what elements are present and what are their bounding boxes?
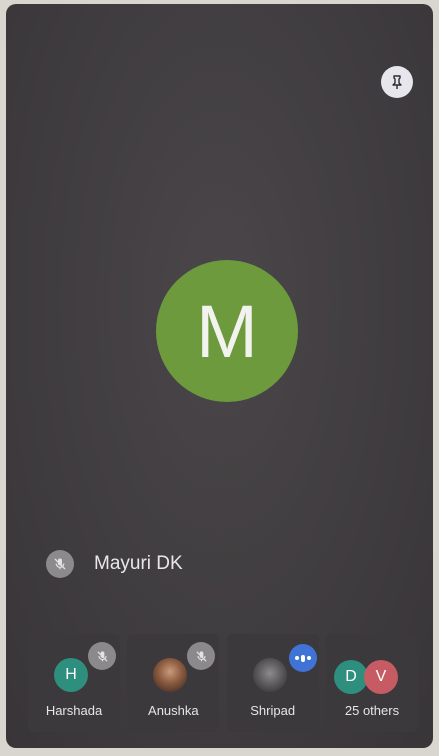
mic-off-icon (46, 550, 74, 578)
avatar-initial: V (375, 668, 387, 685)
avatar (252, 658, 287, 692)
main-avatar-letter: M (196, 289, 258, 373)
mic-off-icon (88, 642, 116, 670)
avatar (153, 658, 188, 692)
mic-off-icon (187, 642, 216, 670)
avatar: D (333, 660, 368, 694)
avatar: V (363, 660, 398, 694)
participant-name: Shripad (250, 703, 296, 718)
avatar-initial: H (65, 666, 77, 683)
others-count: 25 others (344, 703, 400, 718)
main-speaker-avatar: M (156, 260, 298, 402)
participant-tile-anushka[interactable]: Anushka (127, 634, 220, 732)
speaking-indicator-icon (288, 644, 317, 672)
participant-name: Anushka (148, 703, 199, 718)
pin-icon (392, 75, 402, 89)
avatar-initial: D (345, 668, 357, 685)
meeting-screen: M Mayuri DK H Harshada Anushka Shripad D… (6, 4, 433, 748)
participant-strip: H Harshada Anushka Shripad D V 25 others (28, 634, 418, 732)
participant-tile-shripad[interactable]: Shripad (226, 634, 319, 732)
participant-tile-others[interactable]: D V 25 others (325, 634, 418, 732)
main-speaker-label: Mayuri DK (46, 546, 183, 582)
speaker-name: Mayuri DK (94, 553, 183, 574)
participant-tile-harshada[interactable]: H Harshada (28, 634, 120, 732)
avatar: H (54, 658, 88, 692)
participant-name: Harshada (45, 703, 103, 718)
pin-button[interactable] (381, 66, 413, 98)
